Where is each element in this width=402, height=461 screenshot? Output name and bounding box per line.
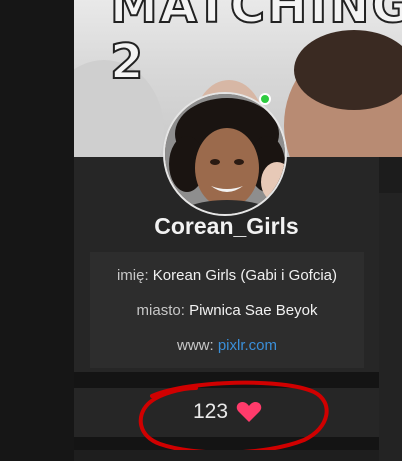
left-rail [0,0,74,461]
profile-username: Corean_Girls [154,213,299,239]
avatar-photo [165,94,285,214]
info-name-value: Korean Girls (Gabi i Gofcia) [152,267,338,284]
info-city-value: Piwnica Sae Beyok [189,302,318,319]
info-www-link[interactable]: pixlr.com [218,337,277,354]
likes-count: 123 [193,400,229,423]
avatar[interactable] [163,92,287,216]
online-status-dot [259,93,271,105]
side-panel-body [379,193,402,461]
info-www-label: www: [176,337,214,354]
right-side-panel [379,157,402,461]
info-city-label: miasto: [136,302,185,319]
panel-letter [393,173,402,187]
bottom-strip [74,450,379,461]
info-city-row: miasto: Piwnica Sae Beyok [90,302,364,319]
banner-title: MATCHING 2 [109,0,402,91]
info-www-row: www: pixlr.com [90,337,364,354]
info-name-row: imię: Korean Girls (Gabi i Gofcia) [90,267,364,284]
heart-icon[interactable] [236,401,262,423]
info-name-label: imię: [116,267,149,284]
